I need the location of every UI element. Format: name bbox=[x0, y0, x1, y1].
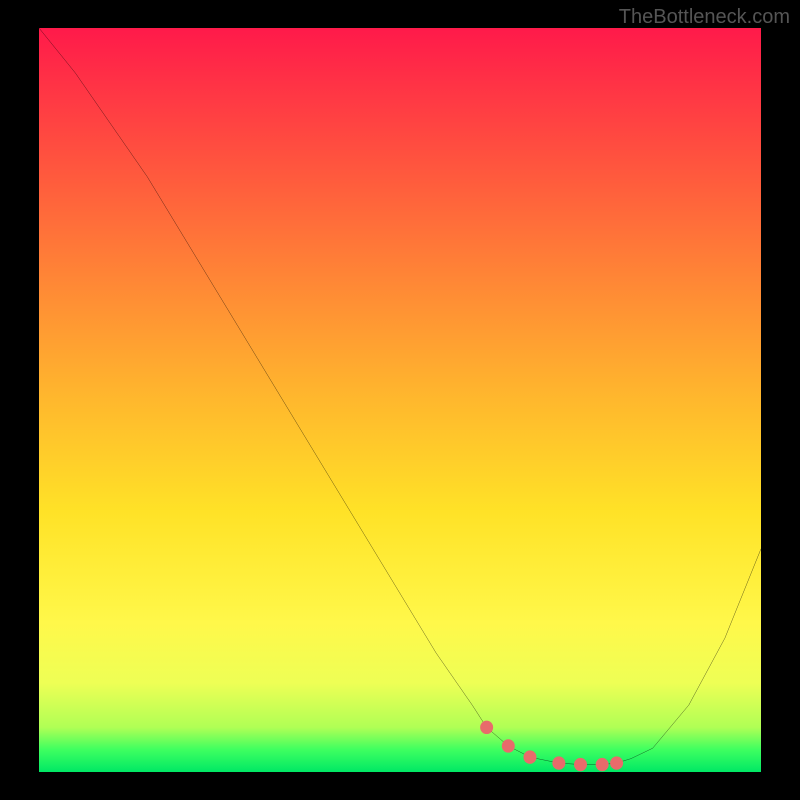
trough-marker bbox=[574, 758, 587, 771]
chart-container: TheBottleneck.com bbox=[0, 0, 800, 800]
trough-marker bbox=[596, 758, 609, 771]
trough-marker bbox=[552, 756, 565, 769]
bottleneck-curve bbox=[39, 28, 761, 765]
plot-area bbox=[39, 28, 761, 772]
watermark-label: TheBottleneck.com bbox=[619, 6, 790, 29]
trough-marker bbox=[502, 739, 515, 752]
curve-layer bbox=[39, 28, 761, 772]
trough-marker bbox=[610, 756, 623, 769]
trough-marker bbox=[523, 750, 536, 763]
trough-markers bbox=[480, 721, 623, 772]
trough-marker bbox=[480, 721, 493, 734]
